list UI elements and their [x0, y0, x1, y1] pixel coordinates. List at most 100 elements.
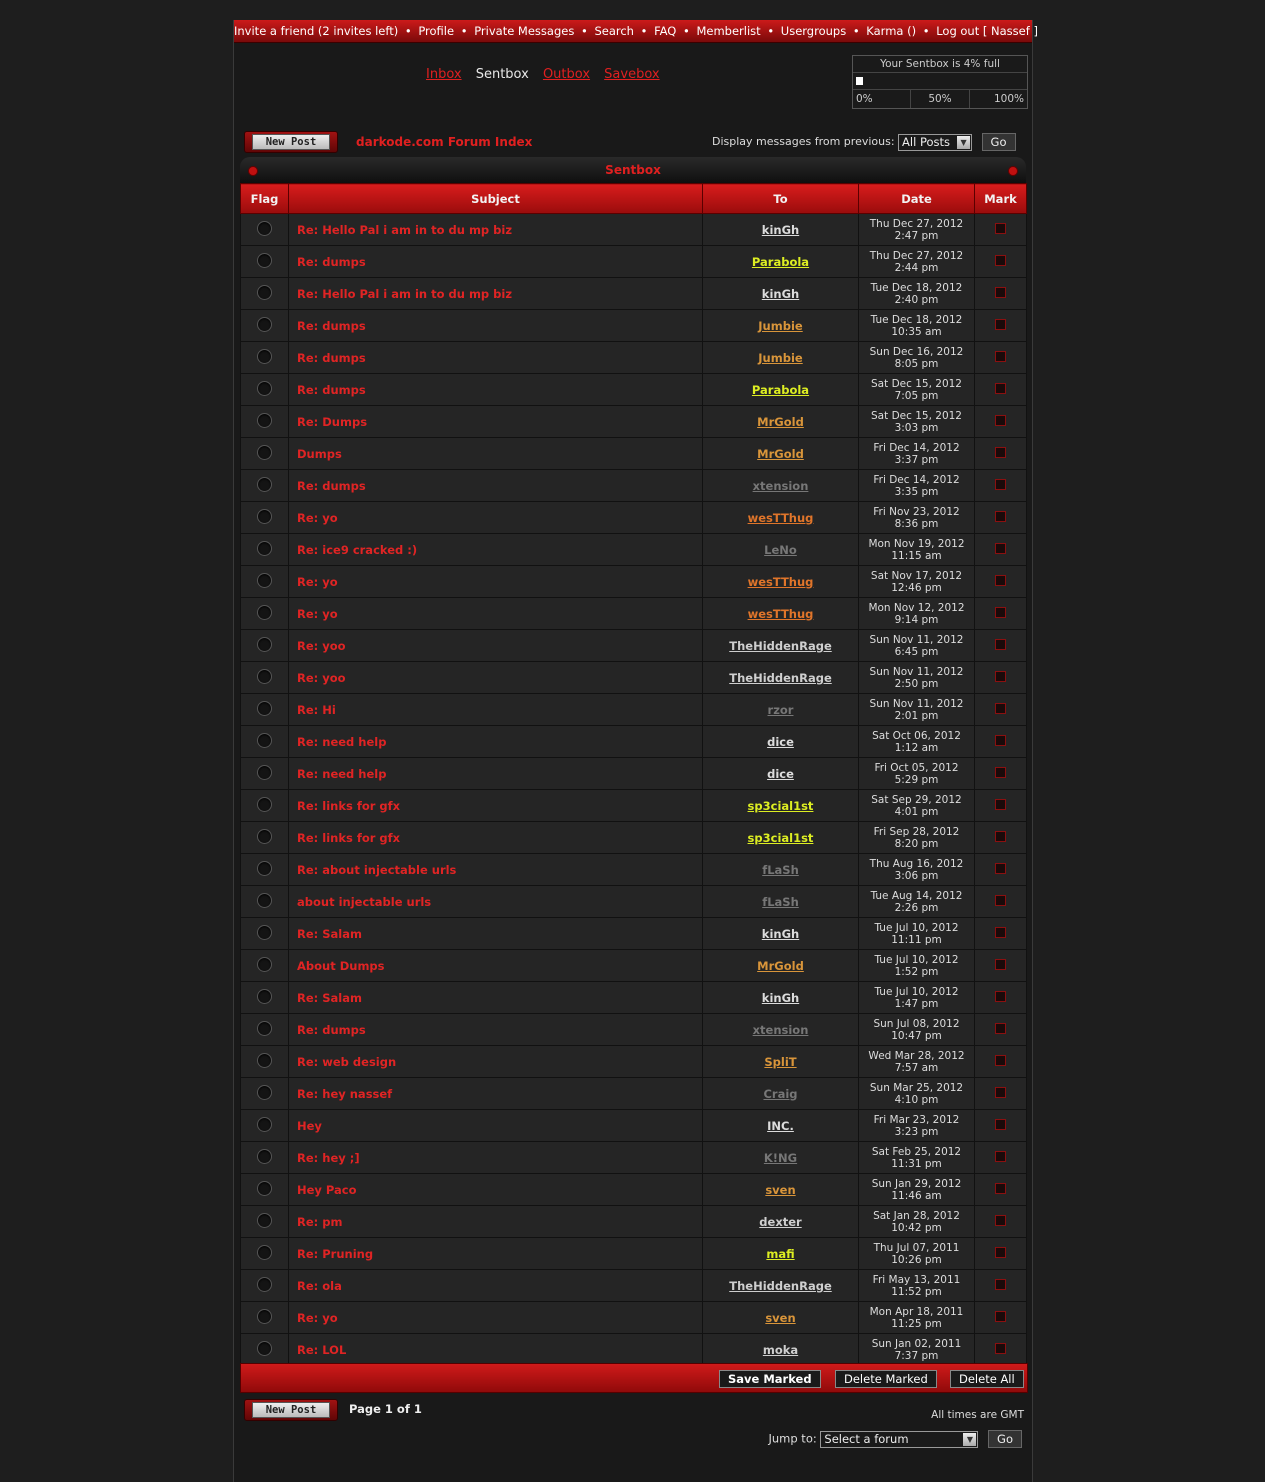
- subject-link[interactable]: Re: dumps: [288, 245, 703, 278]
- subject-link[interactable]: Re: yo: [288, 597, 703, 630]
- recipient-link[interactable]: dice: [702, 725, 859, 758]
- mark-checkbox[interactable]: [995, 318, 1006, 330]
- mark-checkbox[interactable]: [995, 1054, 1006, 1066]
- mark-checkbox[interactable]: [995, 478, 1006, 490]
- subject-link[interactable]: Re: yo: [288, 565, 703, 598]
- recipient-link[interactable]: kinGh: [702, 917, 859, 950]
- subject-link[interactable]: about injectable urls: [288, 885, 703, 918]
- mark-checkbox[interactable]: [995, 702, 1006, 714]
- mark-checkbox[interactable]: [995, 350, 1006, 362]
- mark-checkbox[interactable]: [995, 382, 1006, 394]
- subject-link[interactable]: Re: Salam: [288, 981, 703, 1014]
- memberlist-link[interactable]: Memberlist: [696, 24, 760, 38]
- mark-checkbox[interactable]: [995, 958, 1006, 970]
- subject-link[interactable]: Hey: [288, 1109, 703, 1142]
- inbox-link[interactable]: Inbox: [426, 67, 462, 82]
- recipient-link[interactable]: moka: [702, 1333, 859, 1366]
- subject-link[interactable]: Re: dumps: [288, 341, 703, 374]
- subject-link[interactable]: Re: Hello Pal i am in to du mp biz: [288, 213, 703, 246]
- subject-link[interactable]: Re: Salam: [288, 917, 703, 950]
- subject-link[interactable]: Re: ice9 cracked :): [288, 533, 703, 566]
- savebox-link[interactable]: Savebox: [604, 67, 659, 82]
- recipient-link[interactable]: Craig: [702, 1077, 859, 1110]
- mark-checkbox[interactable]: [995, 1310, 1006, 1322]
- logout-link[interactable]: Log out [ Nassef ]: [936, 24, 1038, 38]
- subject-link[interactable]: Re: dumps: [288, 469, 703, 502]
- delete-marked-button[interactable]: Delete Marked: [835, 1370, 937, 1388]
- recipient-link[interactable]: sven: [702, 1173, 859, 1206]
- mark-checkbox[interactable]: [995, 638, 1006, 650]
- recipient-link[interactable]: kinGh: [702, 981, 859, 1014]
- subject-link[interactable]: Re: yoo: [288, 629, 703, 662]
- recipient-link[interactable]: dexter: [702, 1205, 859, 1238]
- recipient-link[interactable]: Parabola: [702, 245, 859, 278]
- usergroups-link[interactable]: Usergroups: [781, 24, 846, 38]
- new-post-button[interactable]: New Post: [244, 131, 338, 153]
- mark-checkbox[interactable]: [995, 990, 1006, 1002]
- subject-link[interactable]: Re: need help: [288, 725, 703, 758]
- mark-checkbox[interactable]: [995, 926, 1006, 938]
- recipient-link[interactable]: sp3cial1st: [702, 789, 859, 822]
- mark-checkbox[interactable]: [995, 830, 1006, 842]
- recipient-link[interactable]: kinGh: [702, 277, 859, 310]
- subject-link[interactable]: Re: Dumps: [288, 405, 703, 438]
- display-go-button[interactable]: Go: [981, 133, 1016, 151]
- mark-checkbox[interactable]: [995, 766, 1006, 778]
- subject-link[interactable]: Re: Pruning: [288, 1237, 703, 1270]
- mark-checkbox[interactable]: [995, 1246, 1006, 1258]
- delete-all-button[interactable]: Delete All: [950, 1370, 1024, 1388]
- subject-link[interactable]: Re: links for gfx: [288, 821, 703, 854]
- subject-link[interactable]: Re: yo: [288, 501, 703, 534]
- recipient-link[interactable]: TheHiddenRage: [702, 629, 859, 662]
- recipient-link[interactable]: Jumbie: [702, 341, 859, 374]
- subject-link[interactable]: Re: pm: [288, 1205, 703, 1238]
- breadcrumb-forum-index[interactable]: darkode.com Forum Index: [356, 135, 532, 149]
- mark-checkbox[interactable]: [995, 1182, 1006, 1194]
- recipient-link[interactable]: SpliT: [702, 1045, 859, 1078]
- save-marked-button[interactable]: Save Marked: [719, 1370, 821, 1388]
- subject-link[interactable]: Re: dumps: [288, 373, 703, 406]
- profile-link[interactable]: Profile: [418, 24, 454, 38]
- recipient-link[interactable]: rzor: [702, 693, 859, 726]
- subject-link[interactable]: Re: dumps: [288, 309, 703, 342]
- recipient-link[interactable]: wesTThug: [702, 597, 859, 630]
- invite-link[interactable]: Invite a friend (2 invites left): [234, 24, 398, 38]
- mark-checkbox[interactable]: [995, 574, 1006, 586]
- recipient-link[interactable]: MrGold: [702, 437, 859, 470]
- mark-checkbox[interactable]: [995, 414, 1006, 426]
- subject-link[interactable]: Re: dumps: [288, 1013, 703, 1046]
- recipient-link[interactable]: xtension: [702, 1013, 859, 1046]
- recipient-link[interactable]: INC.: [702, 1109, 859, 1142]
- recipient-link[interactable]: fLaSh: [702, 885, 859, 918]
- recipient-link[interactable]: mafi: [702, 1237, 859, 1270]
- recipient-link[interactable]: Parabola: [702, 373, 859, 406]
- mark-checkbox[interactable]: [995, 510, 1006, 522]
- subject-link[interactable]: Re: links for gfx: [288, 789, 703, 822]
- mark-checkbox[interactable]: [995, 1342, 1006, 1354]
- subject-link[interactable]: Re: yoo: [288, 661, 703, 694]
- jump-select[interactable]: Select a forum ▼: [820, 1430, 979, 1448]
- subject-link[interactable]: Dumps: [288, 437, 703, 470]
- mark-checkbox[interactable]: [995, 1118, 1006, 1130]
- mark-checkbox[interactable]: [995, 1022, 1006, 1034]
- karma-link[interactable]: Karma (): [866, 24, 916, 38]
- mark-checkbox[interactable]: [995, 446, 1006, 458]
- outbox-link[interactable]: Outbox: [543, 67, 590, 82]
- recipient-link[interactable]: TheHiddenRage: [702, 1269, 859, 1302]
- recipient-link[interactable]: fLaSh: [702, 853, 859, 886]
- mark-checkbox[interactable]: [995, 542, 1006, 554]
- recipient-link[interactable]: xtension: [702, 469, 859, 502]
- mark-checkbox[interactable]: [995, 1214, 1006, 1226]
- recipient-link[interactable]: MrGold: [702, 949, 859, 982]
- subject-link[interactable]: About Dumps: [288, 949, 703, 982]
- subject-link[interactable]: Re: hey ;]: [288, 1141, 703, 1174]
- recipient-link[interactable]: sp3cial1st: [702, 821, 859, 854]
- recipient-link[interactable]: sven: [702, 1301, 859, 1334]
- subject-link[interactable]: Re: LOL: [288, 1333, 703, 1366]
- recipient-link[interactable]: LeNo: [702, 533, 859, 566]
- mark-checkbox[interactable]: [995, 894, 1006, 906]
- subject-link[interactable]: Re: hey nassef: [288, 1077, 703, 1110]
- mark-checkbox[interactable]: [995, 1086, 1006, 1098]
- recipient-link[interactable]: kinGh: [702, 213, 859, 246]
- search-link[interactable]: Search: [594, 24, 634, 38]
